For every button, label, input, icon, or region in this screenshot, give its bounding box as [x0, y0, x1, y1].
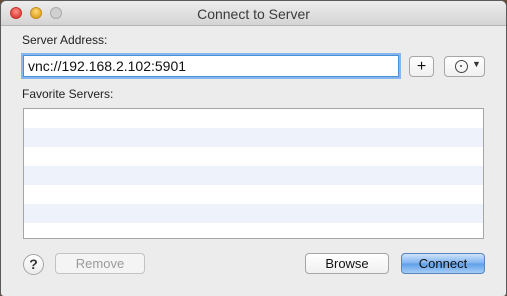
help-button[interactable]: ? — [23, 254, 44, 275]
window-title: Connect to Server — [197, 6, 310, 22]
add-to-favorites-button[interactable]: + — [409, 56, 434, 77]
chevron-down-icon: ▼ — [472, 59, 481, 69]
list-row — [24, 128, 483, 147]
connect-button[interactable]: Connect — [401, 253, 485, 274]
title-bar[interactable]: Connect to Server — [1, 1, 506, 26]
recent-servers-button[interactable]: ▼ — [444, 56, 485, 77]
list-row — [24, 204, 483, 223]
favorite-servers-label: Favorite Servers: — [22, 87, 114, 101]
browse-button[interactable]: Browse — [305, 253, 389, 274]
server-address-input[interactable] — [23, 55, 399, 77]
list-row — [24, 166, 483, 185]
connect-to-server-window: Connect to Server Server Address: + ▼ Fa… — [1, 1, 506, 296]
server-address-label: Server Address: — [22, 33, 108, 47]
favorite-servers-list[interactable] — [23, 108, 484, 239]
list-row — [24, 185, 483, 204]
list-row — [24, 223, 483, 238]
list-row — [24, 147, 483, 166]
list-row — [24, 109, 483, 128]
clock-icon — [455, 60, 468, 73]
remove-button[interactable]: Remove — [55, 253, 145, 274]
